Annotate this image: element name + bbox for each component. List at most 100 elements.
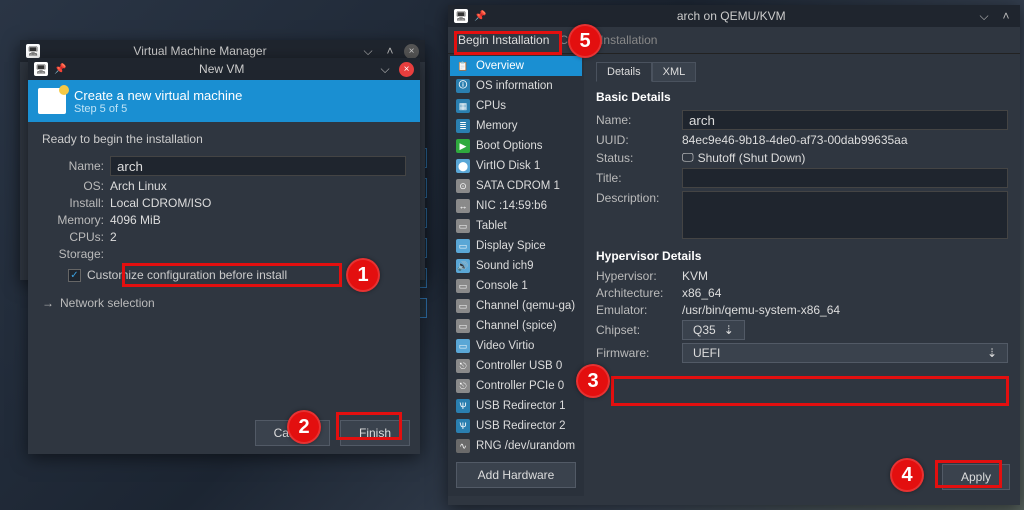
bd-title-label: Title: [596, 171, 682, 185]
customize-checkbox[interactable]: ✓ Customize configuration before install [62, 264, 406, 286]
sidebar-item[interactable]: ↔NIC :14:59:b6 [450, 196, 582, 216]
os-value: Arch Linux [110, 179, 167, 193]
sidebar-item-label: Channel (spice) [476, 320, 557, 332]
cpus-label: CPUs: [42, 230, 110, 244]
cancel-installation-button[interactable]: Cancel Installation [559, 33, 657, 47]
sidebar-item[interactable]: ▭Console 1 [450, 276, 582, 296]
sidebar-item-label: RNG /dev/urandom [476, 440, 575, 452]
hv-chipset-select[interactable]: Q35⇣ [682, 320, 745, 340]
sidebar-item[interactable]: 🔊Sound ich9 [450, 256, 582, 276]
sidebar-item[interactable]: 🛈 OS information [450, 76, 582, 96]
sidebar-item[interactable]: ⎋Controller PCIe 0 [450, 376, 582, 396]
bd-desc-input[interactable] [682, 191, 1008, 239]
sidebar-item[interactable]: ▦ CPUs [450, 96, 582, 116]
sidebar-icon: ▭ [456, 319, 470, 333]
newvm-close-icon[interactable]: × [399, 62, 414, 77]
vmm-chevron-icon[interactable]: ⌵ [360, 43, 376, 59]
pin-icon[interactable]: 📌 [474, 11, 486, 22]
sidebar-icon: ▭ [456, 299, 470, 313]
sidebar-item-label: NIC :14:59:b6 [476, 200, 547, 212]
tab-xml[interactable]: XML [652, 62, 697, 82]
bd-status-value: Shutoff (Shut Down) [698, 151, 806, 165]
sidebar-item[interactable]: ▭ Channel (qemu-ga) [450, 296, 582, 316]
sidebar-item[interactable]: ∿ RNG /dev/urandom [450, 436, 582, 456]
sidebar-item[interactable]: ▶Boot Options [450, 136, 582, 156]
sidebar-item[interactable]: ▭Video Virtio [450, 336, 582, 356]
network-label: Network selection [60, 296, 155, 310]
vmm-chevron-up-icon[interactable]: ˄ [382, 43, 398, 59]
hv-firmware-select[interactable]: UEFI⇣ [682, 343, 1008, 363]
app-icon: 🖥 [26, 44, 40, 58]
hypervisor-details-heading: Hypervisor Details [596, 249, 1008, 263]
bd-uuid-value: 84ec9e46-9b18-4de0-af73-00dab99635aa [682, 133, 908, 147]
pin-icon[interactable]: 📌 [54, 64, 66, 75]
banner-step: Step 5 of 5 [74, 103, 242, 115]
newvm-chevron-icon[interactable]: ⌵ [377, 61, 393, 77]
sidebar-icon: ⬤ [456, 159, 470, 173]
app-icon: 🖥 [454, 9, 468, 23]
tab-details[interactable]: Details [596, 62, 652, 82]
sidebar-item[interactable]: ▭Display Spice [450, 236, 582, 256]
sidebar-icon: ▭ [456, 239, 470, 253]
sidebar-item[interactable]: ▭ Channel (spice) [450, 316, 582, 336]
sidebar-item-label: USB Redirector 1 [476, 400, 565, 412]
sidebar-icon: Ѱ [456, 419, 470, 433]
sidebar-item[interactable]: 📋Overview [450, 56, 582, 76]
sidebar-item-label: CPUs [476, 100, 506, 112]
banner-title: Create a new virtual machine [74, 88, 242, 103]
sidebar-icon: ▦ [456, 99, 470, 113]
sidebar-item[interactable]: ѰUSB Redirector 2 [450, 416, 582, 436]
arrow-right-icon: → [42, 296, 54, 310]
sidebar-item-label: OS information [476, 80, 553, 92]
storage-label: Storage: [42, 247, 110, 261]
hv-hypervisor-value: KVM [682, 269, 708, 283]
sidebar-icon: ⎋ [456, 359, 470, 373]
sidebar-item[interactable]: ≣Memory [450, 116, 582, 136]
sidebar-item[interactable]: ⎋Controller USB 0 [450, 356, 582, 376]
os-label: OS: [42, 179, 110, 193]
bd-name-input[interactable] [682, 110, 1008, 130]
sidebar-icon: 🛈 [456, 79, 470, 93]
sidebar-icon: ∿ [456, 439, 470, 453]
install-label: Install: [42, 196, 110, 210]
new-vm-window: 🖥 📌 New VM ⌵ × Create a new virtual mach… [28, 58, 420, 454]
details-chevron-up-icon[interactable]: ˄ [998, 8, 1014, 24]
details-title: arch on QEMU/KVM [492, 9, 970, 23]
sidebar-item-label: Memory [476, 120, 518, 132]
newvm-titlebar: 🖥 📌 New VM ⌵ × [28, 58, 420, 80]
sidebar-icon: 📋 [456, 59, 470, 73]
sidebar-icon: Ѱ [456, 399, 470, 413]
add-hardware-button[interactable]: Add Hardware [456, 462, 576, 488]
sidebar-item[interactable]: ▭ Tablet [450, 216, 582, 236]
sidebar-item[interactable]: Ѱ USB Redirector 1 [450, 396, 582, 416]
hv-arch-label: Architecture: [596, 286, 682, 300]
sidebar-item-label: Tablet [476, 220, 507, 232]
sidebar-item-label: Console 1 [476, 280, 528, 292]
finish-button[interactable]: Finish [340, 420, 410, 446]
name-input[interactable] [110, 156, 406, 176]
basic-details-heading: Basic Details [596, 90, 1008, 104]
sidebar-item-label: Channel (qemu-ga) [476, 300, 575, 312]
apply-button[interactable]: Apply [942, 464, 1010, 490]
check-icon: ✓ [68, 269, 81, 282]
memory-value: 4096 MiB [110, 213, 161, 227]
chevron-down-icon: ⇣ [724, 323, 734, 337]
cancel-button[interactable]: Cancel [255, 420, 330, 446]
hv-emu-value: /usr/bin/qemu-system-x86_64 [682, 303, 840, 317]
sidebar-icon: ▭ [456, 219, 470, 233]
sidebar-item[interactable]: ⊙SATA CDROM 1 [450, 176, 582, 196]
vmm-close-icon[interactable]: × [404, 44, 419, 59]
details-titlebar: 🖥 📌 arch on QEMU/KVM ⌵ ˄ [448, 5, 1020, 27]
sidebar-icon: ▶ [456, 139, 470, 153]
sidebar-item[interactable]: ⬤VirtIO Disk 1 [450, 156, 582, 176]
bd-title-input[interactable] [682, 168, 1008, 188]
sidebar-item-label: SATA CDROM 1 [476, 180, 560, 192]
network-expander[interactable]: → Network selection [42, 296, 406, 310]
begin-installation-button[interactable]: Begin Installation [458, 33, 549, 47]
sidebar-icon: ⎋ [456, 379, 470, 393]
name-label: Name: [42, 159, 110, 173]
bd-uuid-label: UUID: [596, 133, 682, 147]
hv-firmware-label: Firmware: [596, 346, 682, 360]
hv-emu-label: Emulator: [596, 303, 682, 317]
details-chevron-icon[interactable]: ⌵ [976, 8, 992, 24]
